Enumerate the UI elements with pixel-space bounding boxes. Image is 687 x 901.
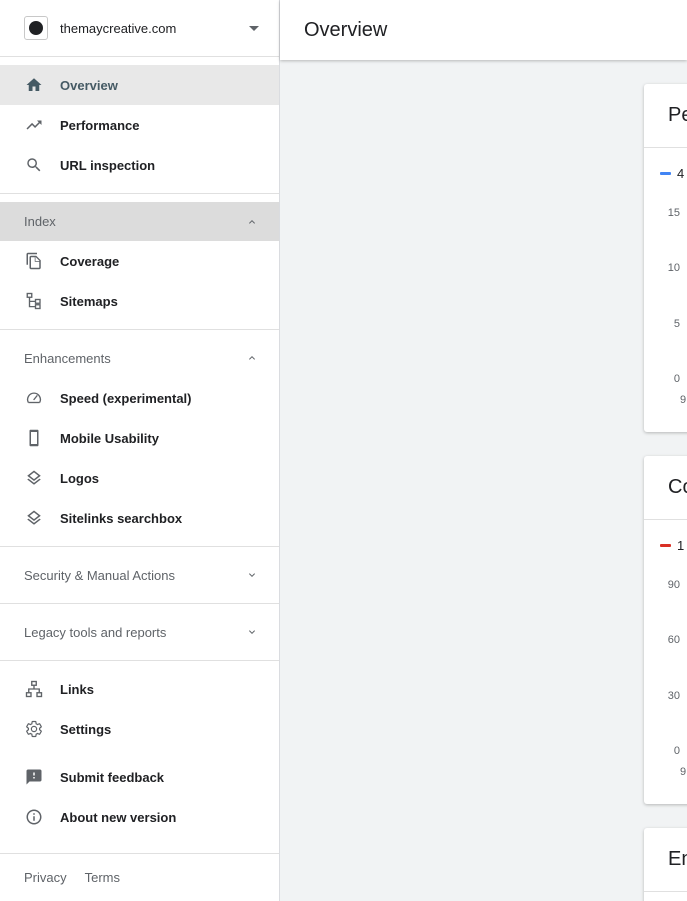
x-tick: 9 [680, 394, 687, 406]
gear-icon [24, 719, 44, 739]
enhancements-card-title: En [644, 828, 687, 892]
nav-links-label: Links [60, 681, 94, 697]
page-title: Overview [304, 18, 388, 41]
nav-group-enhancements[interactable]: Enhancements [0, 338, 279, 378]
chevron-up-icon [245, 351, 259, 365]
enhancements-card[interactable]: En [644, 828, 687, 901]
trending-up-icon [24, 115, 44, 135]
nav-url-inspection[interactable]: URL inspection [0, 145, 279, 185]
y-tick: 5 [673, 318, 680, 330]
sitemap-icon [24, 291, 44, 311]
coverage-legend[interactable]: 1 [660, 538, 684, 553]
nav-sitemaps[interactable]: Sitemaps [0, 281, 279, 321]
dropdown-caret-icon [249, 25, 259, 31]
nav-sitelinks-searchbox-label: Sitelinks searchbox [60, 510, 183, 526]
nav-group-legacy-label: Legacy tools and reports [24, 624, 167, 640]
y-tick: 90 [667, 579, 680, 591]
legend-swatch [660, 172, 671, 175]
sidebar: themaycreative.com Overview Performance [0, 0, 280, 901]
nav-about-new-version-label: About new version [60, 809, 177, 825]
nav-group-security-label: Security & Manual Actions [24, 567, 176, 583]
smartphone-icon [24, 428, 44, 448]
nav-group-index-label: Index [24, 214, 56, 229]
nav-settings-label: Settings [60, 721, 112, 737]
nav-speed-label: Speed (experimental) [60, 390, 192, 406]
nav-mobile-usability[interactable]: Mobile Usability [0, 418, 279, 458]
nav-coverage-label: Coverage [60, 253, 120, 269]
performance-card-title: Pe [644, 84, 687, 148]
search-icon [24, 155, 44, 175]
performance-legend-value: 4 [677, 166, 685, 181]
home-icon [24, 75, 44, 95]
privacy-link[interactable]: Privacy [24, 870, 67, 885]
nav-performance-label: Performance [60, 117, 140, 133]
nav-sitemaps-label: Sitemaps [60, 293, 118, 309]
coverage-card-title: Co [644, 456, 687, 520]
x-tick: 9 [680, 766, 687, 778]
speedometer-icon [24, 388, 44, 408]
nav-submit-feedback-label: Submit feedback [60, 769, 165, 785]
nav-url-inspection-label: URL inspection [60, 157, 156, 173]
nav-overview-label: Overview [60, 77, 118, 93]
legend-swatch [660, 544, 671, 547]
nav-speed[interactable]: Speed (experimental) [0, 378, 279, 418]
links-tree-icon [24, 679, 44, 699]
nav-sitelinks-searchbox[interactable]: Sitelinks searchbox [0, 498, 279, 538]
chevron-down-icon [245, 568, 259, 582]
copy-pages-icon [24, 251, 44, 271]
nav-performance[interactable]: Performance [0, 105, 279, 145]
nav-overview[interactable]: Overview [0, 65, 279, 105]
layers-icon [24, 468, 44, 488]
search-console-app: themaycreative.com Overview Performance [0, 0, 687, 901]
property-selector[interactable]: themaycreative.com [0, 0, 279, 57]
nav-about-new-version[interactable]: About new version [0, 797, 279, 837]
y-tick: 30 [667, 690, 680, 702]
y-tick: 10 [667, 262, 680, 274]
y-tick: 0 [673, 745, 680, 757]
performance-legend[interactable]: 4 [660, 166, 684, 181]
info-icon [24, 807, 44, 827]
property-avatar [24, 16, 48, 40]
y-tick: 60 [667, 634, 680, 646]
y-tick: 0 [673, 373, 680, 385]
nav-group-security[interactable]: Security & Manual Actions [0, 555, 279, 595]
coverage-card[interactable]: Co 1 90 60 30 0 9 [644, 456, 687, 804]
nav-settings[interactable]: Settings [0, 709, 279, 749]
property-name: themaycreative.com [60, 20, 177, 36]
layers-icon [24, 508, 44, 528]
chevron-up-icon [245, 215, 259, 229]
nav-group-index[interactable]: Index [0, 202, 279, 241]
performance-card[interactable]: Pe 4 15 10 5 0 9 [644, 84, 687, 432]
terms-link[interactable]: Terms [85, 870, 120, 885]
coverage-legend-value: 1 [677, 538, 685, 553]
feedback-icon [24, 767, 44, 787]
nav-submit-feedback[interactable]: Submit feedback [0, 757, 279, 797]
nav-group-legacy[interactable]: Legacy tools and reports [0, 612, 279, 652]
y-tick: 15 [667, 207, 680, 219]
nav-logos[interactable]: Logos [0, 458, 279, 498]
nav-group-enhancements-label: Enhancements [24, 350, 111, 366]
top-header: Overview [280, 0, 687, 60]
chevron-down-icon [245, 625, 259, 639]
nav-coverage[interactable]: Coverage [0, 241, 279, 281]
nav-links[interactable]: Links [0, 669, 279, 709]
nav-mobile-usability-label: Mobile Usability [60, 430, 159, 446]
sidebar-footer: Privacy Terms [0, 853, 279, 901]
nav-logos-label: Logos [60, 470, 99, 486]
